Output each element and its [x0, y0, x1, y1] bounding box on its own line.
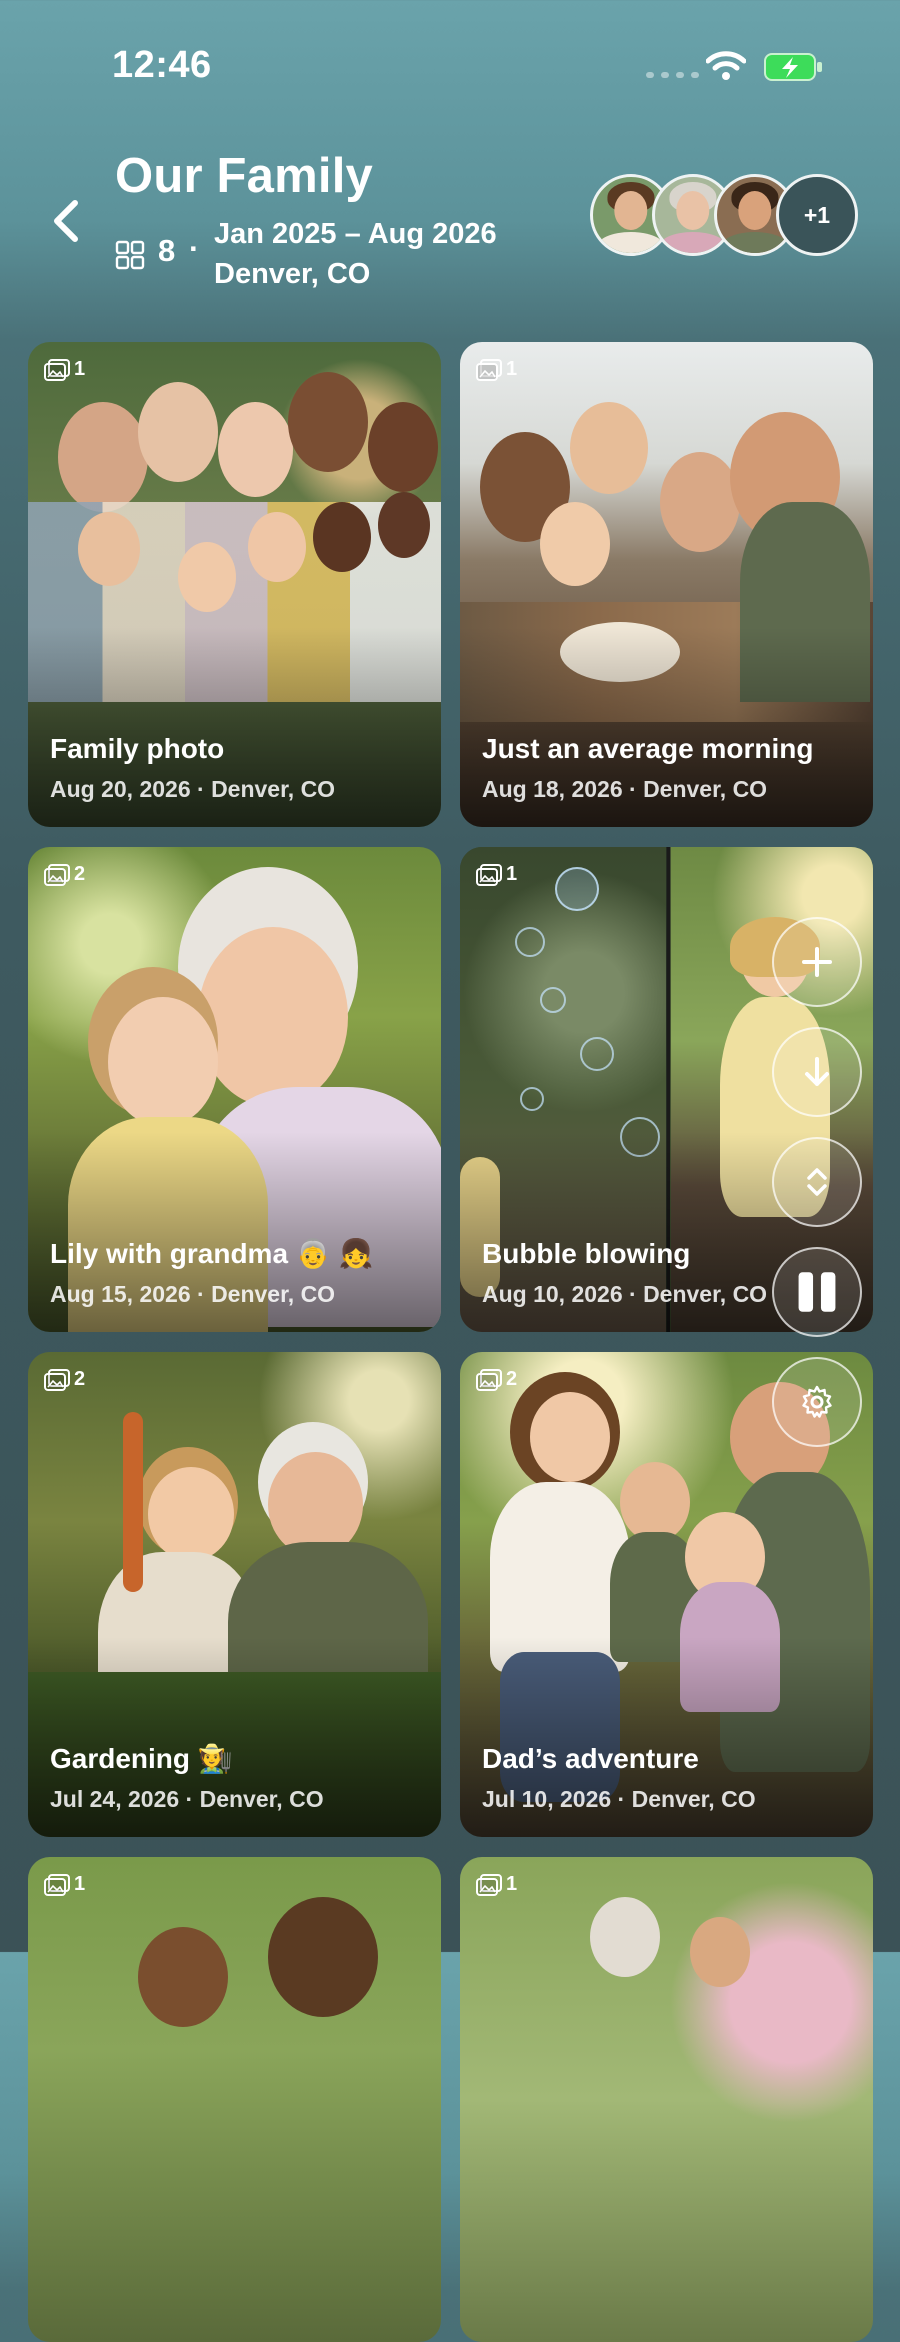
photo-stack-icon — [476, 863, 502, 886]
add-button[interactable] — [772, 917, 862, 1007]
album-card[interactable]: 1 Just an average morning Aug 18, 2026 ·… — [460, 342, 873, 827]
arrow-down-icon — [805, 1057, 829, 1086]
photo-count-label: 2 — [74, 863, 86, 885]
photo-count-badge: 2 — [476, 1368, 517, 1391]
more-members-badge[interactable]: +1 — [776, 174, 858, 256]
back-button[interactable] — [46, 196, 86, 246]
cellular-signal-icon — [646, 72, 699, 78]
photo-thumbnail — [460, 1857, 873, 2342]
album-meta: Jan 2025 – Aug 2026 Denver, CO — [214, 214, 497, 294]
photo-count-badge: 2 — [44, 863, 85, 886]
photo-count-label: 1 — [506, 863, 518, 885]
photo-count-label: 1 — [74, 358, 86, 380]
photo-thumbnail — [28, 1857, 441, 2342]
card-title: Lily with grandma 👵 👧 — [50, 1238, 374, 1269]
expand-button[interactable] — [772, 1137, 862, 1227]
photo-count-badge: 1 — [44, 1873, 85, 1896]
chevron-up-down-icon — [807, 1168, 827, 1196]
photo-count-badge: 2 — [44, 1368, 85, 1391]
chevron-left-icon — [54, 200, 78, 242]
card-subtitle: Aug 20, 2026 · Denver, CO — [50, 776, 336, 802]
card-title: Gardening 🧑‍🌾 — [50, 1743, 233, 1774]
photo-stack-icon — [476, 358, 502, 381]
card-subtitle: Aug 18, 2026 · Denver, CO — [482, 776, 768, 802]
album-card[interactable]: 1 — [28, 1857, 441, 2342]
card-title: Family photo — [50, 733, 225, 764]
album-location: Denver, CO — [214, 258, 371, 290]
grid-icon — [115, 240, 145, 270]
card-subtitle: Aug 10, 2026 · Denver, CO — [482, 1281, 768, 1307]
photo-count-label: 1 — [74, 1873, 86, 1895]
photo-count: 8 — [158, 233, 176, 268]
photo-stack-icon — [44, 358, 70, 381]
photo-stack-icon — [476, 1873, 502, 1896]
card-title: Dad’s adventure — [482, 1743, 699, 1774]
card-subtitle: Aug 15, 2026 · Denver, CO — [50, 1281, 336, 1307]
settings-button[interactable] — [772, 1357, 862, 1447]
album-title: Our Family — [115, 149, 373, 203]
card-subtitle: Jul 10, 2026 · Denver, CO — [482, 1786, 756, 1812]
date-range: Jan 2025 – Aug 2026 — [214, 218, 497, 250]
photo-stack-icon — [44, 863, 70, 886]
plus-icon — [802, 947, 832, 977]
battery-charging-icon — [764, 53, 822, 81]
card-title: Bubble blowing — [482, 1238, 691, 1269]
pause-icon — [798, 1272, 836, 1312]
photo-stack-icon — [44, 1873, 70, 1896]
album-card[interactable]: 1 Family photo Aug 20, 2026 · Denver, CO — [28, 342, 441, 827]
photo-count-badge: 1 — [476, 863, 517, 886]
status-time: 12:46 — [112, 44, 212, 86]
gear-icon — [802, 1385, 832, 1418]
card-subtitle: Jul 24, 2026 · Denver, CO — [50, 1786, 324, 1812]
card-title: Just an average morning — [482, 733, 814, 764]
photo-count-badge: 1 — [476, 358, 517, 381]
download-button[interactable] — [772, 1027, 862, 1117]
photo-count-label: 2 — [74, 1368, 86, 1390]
album-card[interactable]: 1 — [460, 1857, 873, 2342]
photo-count-label: 1 — [506, 358, 518, 380]
photo-count-label: 1 — [506, 1873, 518, 1895]
meta-separator: · — [189, 231, 200, 266]
wifi-icon — [706, 51, 746, 80]
album-card[interactable]: 2 Gardening 🧑‍🌾 Jul 24, 2026 · Denver, C… — [28, 1352, 441, 1837]
photo-count-label: 2 — [506, 1368, 518, 1390]
photo-stack-icon — [476, 1368, 502, 1391]
photo-count-badge: 1 — [476, 1873, 517, 1896]
pause-button[interactable] — [772, 1247, 862, 1337]
album-card[interactable]: 2 Lily with grandma 👵 👧 Aug 15, 2026 · D… — [28, 847, 441, 1332]
photo-count-badge: 1 — [44, 358, 85, 381]
photo-stack-icon — [44, 1368, 70, 1391]
